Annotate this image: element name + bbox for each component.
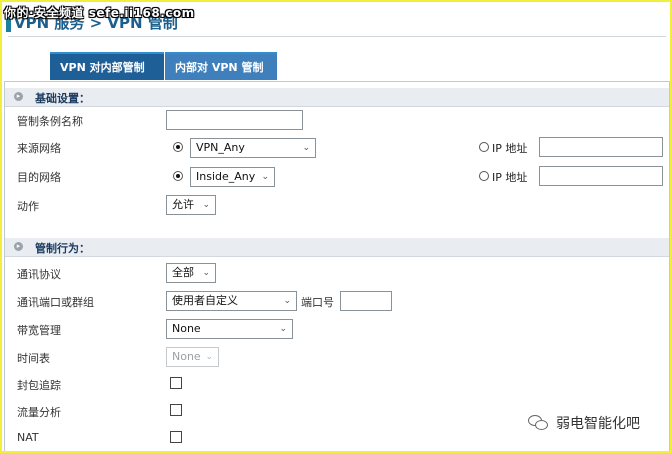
destination-network-value: Inside_Any [196,170,256,183]
chevron-down-icon: ⌄ [283,296,291,306]
action-value: 允许 [172,198,194,211]
nat-label: NAT [17,431,39,444]
tab-bar: VPN 对内部管制 内部对 VPN 管制 [50,52,277,80]
protocol-label: 通讯协议 [17,268,61,281]
bandwidth-value: None [172,322,201,335]
watermark-footer-text: 弱电智能化吧 [556,416,640,432]
destination-network-select[interactable]: Inside_Any ⌄ [190,167,275,187]
section-title: 管制行为： [35,242,90,255]
source-ip-input[interactable] [539,137,663,157]
source-network-label: 来源网络 [17,142,61,155]
packet-trace-checkbox[interactable] [170,377,182,389]
source-ip-label: IP 地址 [492,142,528,155]
chevron-down-icon: ⌄ [202,200,210,210]
section-title: 基础设置： [35,92,90,105]
chevron-down-icon: ⌄ [202,268,210,278]
schedule-value: None [172,350,201,363]
port-group-value: 使用者自定义 [172,294,238,307]
tab-internal-to-vpn[interactable]: 内部对 VPN 管制 [165,52,277,80]
tab-vpn-to-internal[interactable]: VPN 对内部管制 [50,52,164,80]
divider [8,36,666,37]
destination-ip-input[interactable] [539,166,663,186]
traffic-analysis-checkbox[interactable] [170,404,182,416]
port-group-select[interactable]: 使用者自定义 ⌄ [166,291,297,311]
app-frame: VPN 服务 > VPN 管制 你的·安全频道 sefe.ii168.com V… [0,0,672,453]
rule-name-label: 管制条例名称 [17,115,83,128]
destination-network-radio[interactable] [173,171,183,181]
collapse-icon[interactable]: ▸ [14,242,23,251]
rule-form-panel: ▸ 基础设置： 管制条例名称 来源网络 VPN_Any ⌄ IP 地址 目的网络… [4,81,670,451]
destination-ip-radio[interactable] [479,171,489,181]
schedule-label: 时间表 [17,352,50,365]
destination-ip-label: IP 地址 [492,171,528,184]
chevron-down-icon: ⌄ [205,352,213,362]
port-group-label: 通讯端口或群组 [17,296,94,309]
title-bar: VPN 服务 > VPN 管制 你的·安全频道 sefe.ii168.com [2,2,670,36]
section-control-behavior[interactable]: ▸ 管制行为： [5,238,669,257]
packet-trace-label: 封包追踪 [17,379,61,392]
port-number-input[interactable] [340,291,392,311]
port-number-label: 端口号 [301,296,334,309]
nat-checkbox[interactable] [170,431,182,443]
bandwidth-select[interactable]: None ⌄ [166,319,293,339]
traffic-analysis-label: 流量分析 [17,406,61,419]
protocol-select[interactable]: 全部 ⌄ [166,263,216,283]
protocol-value: 全部 [172,266,194,279]
source-network-radio[interactable] [173,142,183,152]
action-select[interactable]: 允许 ⌄ [166,195,216,215]
source-network-select[interactable]: VPN_Any ⌄ [190,138,316,158]
section-basic-settings[interactable]: ▸ 基础设置： [5,88,669,107]
wechat-watermark: 弱电智能化吧 [528,413,640,433]
watermark-text: 你的·安全频道 sefe.ii168.com [4,6,195,20]
wechat-icon [528,415,550,431]
action-label: 动作 [17,200,39,213]
collapse-icon[interactable]: ▸ [14,92,23,101]
destination-network-label: 目的网络 [17,171,61,184]
source-ip-radio[interactable] [479,142,489,152]
bandwidth-label: 带宽管理 [17,324,61,337]
chevron-down-icon: ⌄ [302,143,310,153]
schedule-select: None ⌄ [166,347,219,367]
chevron-down-icon: ⌄ [279,324,287,334]
chevron-down-icon: ⌄ [261,172,269,182]
source-network-value: VPN_Any [196,141,245,154]
rule-name-input[interactable] [166,110,303,130]
